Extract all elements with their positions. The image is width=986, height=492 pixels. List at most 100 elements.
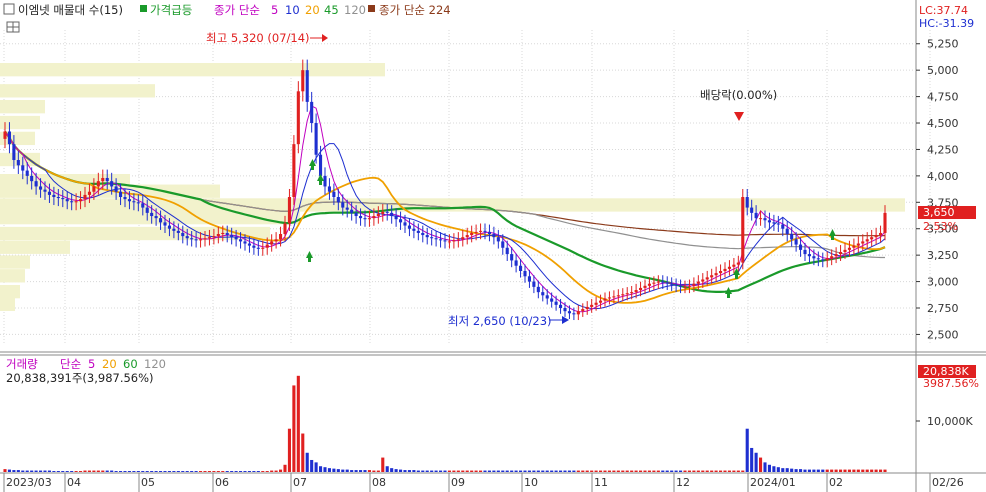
volume-bar: [132, 471, 136, 472]
volume-bar: [336, 469, 340, 472]
volume-bar: [487, 470, 491, 472]
candle-body: [261, 247, 265, 249]
volume-bar: [830, 469, 834, 472]
volume-bar: [447, 470, 451, 472]
candle-body: [474, 231, 478, 233]
candle-body: [874, 235, 878, 238]
legend-price-tag[interactable]: 가격급등: [150, 3, 192, 17]
y-tick-label: 4,500: [927, 117, 959, 130]
volume-profile-bar: [0, 84, 155, 98]
volume-profile-bar: [0, 255, 30, 269]
volume-bar: [483, 470, 487, 472]
candle-body: [292, 144, 296, 198]
candle-body: [519, 265, 523, 272]
candle-body: [394, 216, 398, 220]
volume-bar: [3, 469, 7, 472]
legend-ma224[interactable]: 종가 단순 224: [379, 3, 451, 17]
volume-bar: [465, 470, 469, 472]
candle-body: [532, 281, 536, 287]
candle-body: [150, 212, 154, 217]
volume-bar: [883, 469, 887, 472]
volume-bar: [479, 470, 483, 472]
volume-title[interactable]: 거래량: [6, 357, 38, 371]
candle-body: [345, 207, 349, 210]
candle-body: [705, 277, 709, 280]
volume-bar: [163, 471, 167, 472]
volume-bar: [87, 470, 91, 472]
candle-body: [696, 281, 700, 284]
volume-bar: [870, 469, 874, 472]
candle-body: [243, 241, 247, 244]
candle-body: [363, 218, 367, 220]
volume-bar: [25, 470, 29, 472]
candle-body: [61, 198, 65, 200]
volume-bar: [616, 470, 620, 472]
volume-bar: [141, 471, 145, 472]
volume-bar: [345, 469, 349, 472]
candle-body: [359, 216, 363, 219]
legend-ma-label[interactable]: 종가 단순: [214, 3, 260, 17]
candle-body: [585, 306, 589, 310]
volume-bar: [554, 470, 558, 472]
x-tick-label: 06: [215, 476, 229, 489]
volume-tick-label: 10,000K: [927, 415, 973, 428]
volume-profile-bar: [0, 284, 20, 299]
candle-body: [203, 238, 207, 240]
volume-bar: [216, 471, 220, 472]
candle-body: [372, 216, 376, 219]
volume-bar: [65, 471, 69, 472]
candle-body: [12, 144, 16, 161]
legend-title[interactable]: 이엠넷 매물대 수(15): [18, 3, 123, 17]
candle-body: [803, 249, 807, 255]
volume-bar: [110, 470, 114, 472]
volume-bar: [190, 471, 194, 472]
candle-body: [127, 199, 131, 202]
volume-profile-bar: [0, 115, 40, 130]
volume-bar: [234, 471, 238, 472]
candle-body: [385, 211, 389, 213]
candle-body: [256, 247, 260, 249]
volume-bar: [52, 471, 56, 472]
candle-body: [879, 232, 883, 236]
candle-body: [443, 240, 447, 242]
candle-body: [785, 228, 789, 235]
candle-body: [563, 308, 567, 312]
candle-body: [723, 268, 727, 272]
candle-body: [807, 254, 811, 257]
candle-body: [470, 232, 474, 236]
volume-bar: [865, 469, 869, 472]
candle-body: [732, 264, 736, 267]
volume-bar: [96, 470, 100, 472]
volume-bar: [683, 470, 687, 472]
chart-menu-icon[interactable]: [3, 3, 15, 15]
volume-bar: [199, 471, 203, 472]
volume-bar: [381, 457, 385, 472]
candle-body: [247, 243, 251, 246]
volume-bar: [736, 470, 740, 472]
candle-body: [679, 285, 683, 287]
legend-ma45: 45: [324, 3, 339, 17]
candle-body: [43, 189, 47, 192]
volume-bar: [172, 471, 176, 472]
volume-bar: [34, 470, 38, 472]
candle-body: [714, 273, 718, 276]
candle-body: [665, 282, 669, 284]
candle-body: [656, 281, 660, 283]
volume-bar: [741, 470, 745, 472]
volume-bar: [852, 469, 856, 472]
volume-bar: [225, 471, 229, 472]
dividend-annotation: 배당락(0.00%): [700, 88, 777, 102]
volume-bar: [656, 470, 660, 472]
candle-body: [545, 295, 549, 299]
candle-body: [159, 218, 163, 223]
candle-body: [430, 237, 434, 239]
candle-body: [412, 228, 416, 231]
candle-body: [581, 309, 585, 312]
volume-bar: [341, 469, 345, 472]
volume-bar: [283, 464, 287, 472]
candle-body: [514, 260, 518, 266]
candle-body: [727, 266, 731, 269]
volume-bar: [474, 470, 478, 472]
candle-body: [536, 286, 540, 293]
volume-bar: [843, 469, 847, 472]
